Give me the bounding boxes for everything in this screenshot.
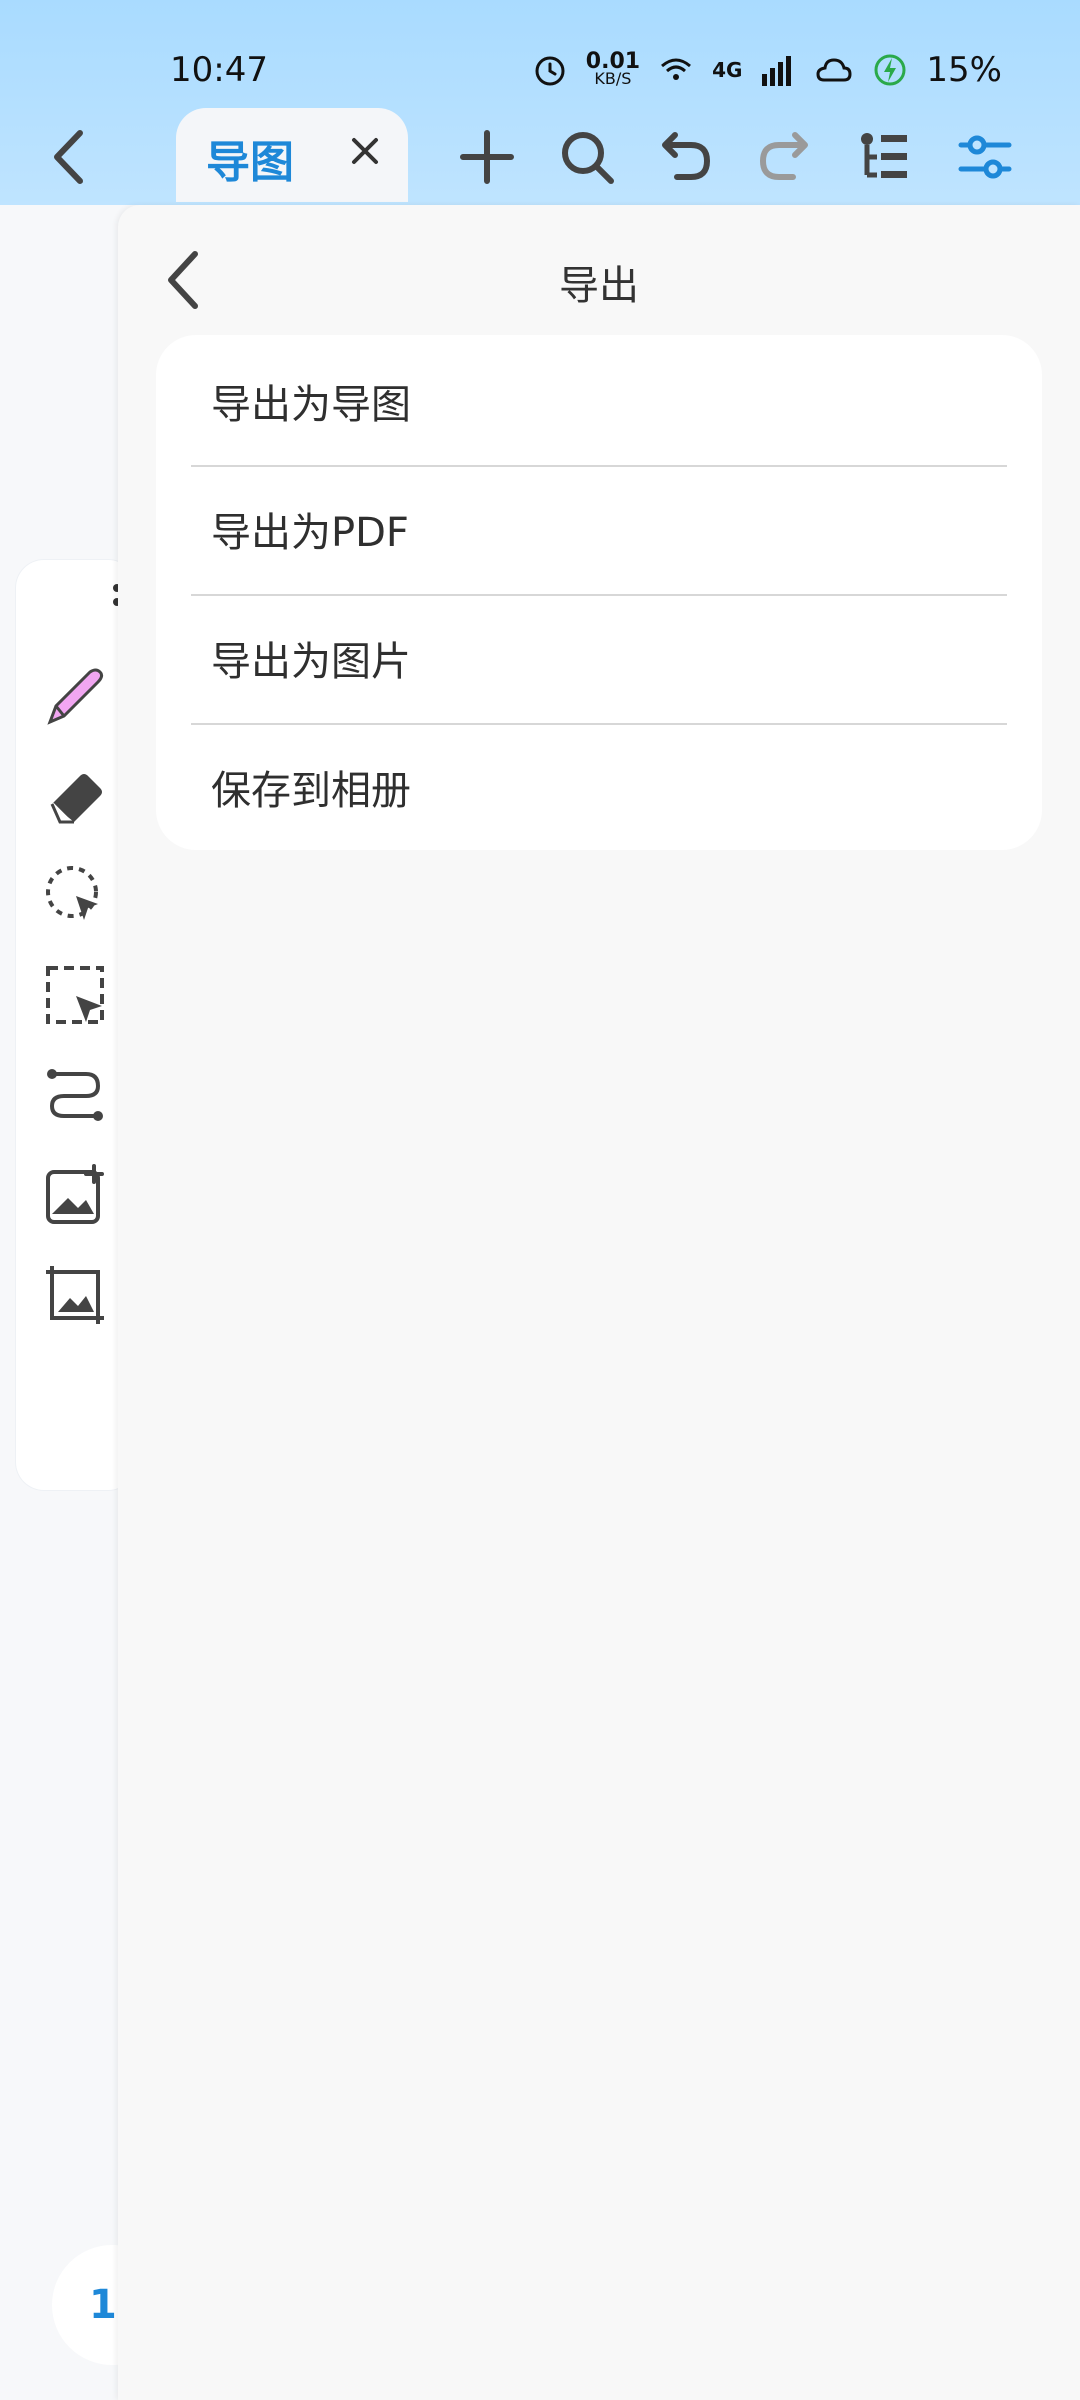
export-as-image[interactable]: 导出为图片: [156, 594, 1042, 722]
sheet-title: 导出: [559, 263, 639, 309]
alarm-icon: [535, 56, 565, 86]
sheet-header: 导出: [118, 205, 1080, 355]
app-bar: 10:47 0.01 KB/S 4G 15% 导图: [0, 0, 1080, 205]
back-icon: [54, 130, 83, 184]
document-tab[interactable]: 导图: [176, 108, 408, 202]
export-as-mindmap[interactable]: 导出为导图: [156, 337, 1042, 465]
search-button[interactable]: [552, 122, 622, 192]
connector-icon: [47, 1069, 103, 1121]
status-right: 0.01 KB/S 4G 15%: [530, 50, 1002, 90]
back-button[interactable]: [35, 122, 105, 192]
battery-charging-icon: [874, 54, 906, 86]
eraser-tool[interactable]: [40, 760, 110, 830]
add-button[interactable]: [452, 122, 522, 192]
redo-icon: [759, 132, 808, 180]
close-icon[interactable]: [348, 134, 382, 168]
lasso-tool[interactable]: [40, 860, 110, 930]
battery-percent: 15%: [926, 50, 1002, 90]
eraser-icon: [50, 774, 102, 824]
plus-icon: [460, 130, 514, 184]
image-add-icon: [46, 1164, 104, 1224]
cloud-icon: [816, 58, 852, 82]
net-speed-unit: KB/S: [594, 69, 632, 88]
undo-icon: [662, 132, 711, 180]
outline-icon: [861, 133, 907, 178]
tab-title: 导图: [206, 137, 294, 188]
redo-button[interactable]: [750, 122, 820, 192]
pen-tool[interactable]: [40, 660, 110, 730]
export-as-pdf[interactable]: 导出为PDF: [156, 465, 1042, 593]
network-type: 4G: [712, 58, 743, 82]
save-to-album[interactable]: 保存到相册: [156, 723, 1042, 850]
pen-icon: [47, 668, 104, 725]
lasso-select-icon: [46, 866, 98, 920]
crop-image-tool[interactable]: [40, 1260, 110, 1330]
connector-tool[interactable]: [40, 1060, 110, 1130]
menu-item-label: 导出为PDF: [211, 510, 409, 556]
undo-button[interactable]: [650, 122, 720, 192]
status-time: 10:47: [170, 50, 268, 90]
net-speed-value: 0.01: [585, 49, 641, 74]
rect-select-tool[interactable]: [40, 960, 110, 1030]
status-bar: 10:47 0.01 KB/S 4G 15%: [0, 40, 1080, 110]
add-image-tool[interactable]: [40, 1160, 110, 1230]
menu-item-label: 保存到相册: [211, 768, 411, 814]
image-crop-icon: [46, 1266, 104, 1324]
signal-icon: [762, 56, 792, 86]
net-speed: 0.01 KB/S: [585, 49, 641, 88]
outline-button[interactable]: [850, 122, 920, 192]
export-menu: 导出为导图 导出为PDF 导出为图片 保存到相册: [156, 335, 1042, 850]
settings-sliders-icon: [958, 135, 1012, 179]
menu-item-label: 导出为导图: [211, 382, 411, 428]
settings-button[interactable]: [950, 122, 1020, 192]
wifi-icon: [661, 58, 692, 80]
search-icon: [562, 132, 614, 184]
export-sheet: 导出 导出为导图 导出为PDF 导出为图片 保存到相册: [118, 205, 1080, 2400]
toolbar: [0, 110, 1080, 205]
menu-item-label: 导出为图片: [211, 639, 411, 685]
rect-select-icon: [46, 966, 104, 1024]
